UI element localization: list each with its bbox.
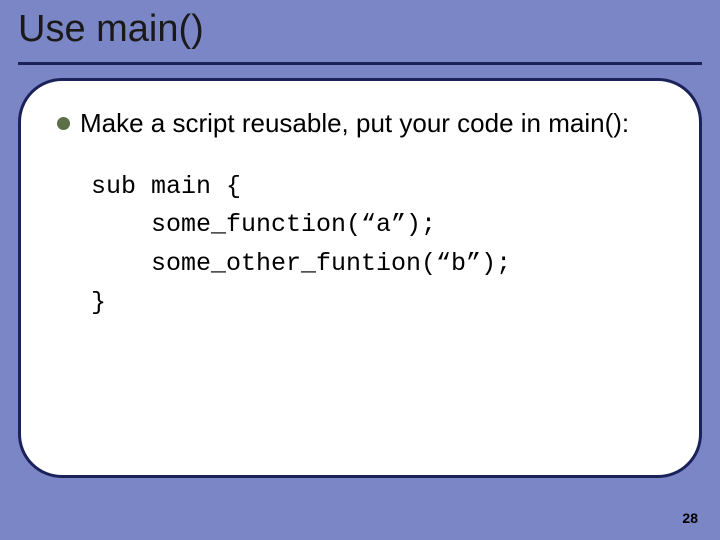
- bullet-item: Make a script reusable, put your code in…: [57, 107, 663, 140]
- title-underline: [18, 62, 702, 65]
- bullet-text: Make a script reusable, put your code in…: [80, 107, 629, 140]
- bullet-icon: [57, 117, 70, 130]
- code-block: sub main { some_function(“a”); some_othe…: [91, 168, 663, 323]
- content-card: Make a script reusable, put your code in…: [18, 78, 702, 478]
- slide-number: 28: [682, 510, 698, 526]
- slide-title: Use main(): [18, 8, 204, 51]
